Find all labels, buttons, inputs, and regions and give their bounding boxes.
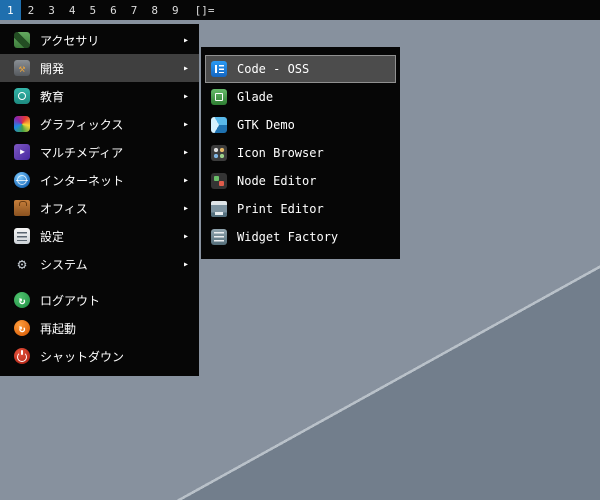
menu-item-label: アクセサリ <box>40 33 100 48</box>
submenu-item-code-oss[interactable]: Code - OSS <box>205 55 396 83</box>
submenu-arrow-icon: ▸ <box>182 90 189 102</box>
node-editor-icon <box>211 173 227 189</box>
workspace-tag-8[interactable]: 8 <box>144 0 165 20</box>
workspace-tag-5[interactable]: 5 <box>83 0 104 20</box>
menu-item-development[interactable]: 開発 ▸ <box>0 54 199 82</box>
menu-item-label: 設定 <box>40 229 65 244</box>
glade-icon <box>211 89 227 105</box>
submenu-arrow-icon: ▸ <box>182 34 189 46</box>
menu-item-label: システム <box>40 257 88 272</box>
workspace-tag-3[interactable]: 3 <box>41 0 62 20</box>
submenu-item-glade[interactable]: Glade <box>205 83 396 111</box>
submenu-item-print-editor[interactable]: Print Editor <box>205 195 396 223</box>
submenu-arrow-icon: ▸ <box>182 230 189 242</box>
internet-icon <box>14 172 30 188</box>
submenu-item-label: Glade <box>237 90 274 104</box>
submenu-item-label: Code - OSS <box>237 62 310 76</box>
submenu-arrow-icon: ▸ <box>182 202 189 214</box>
menu-item-logout[interactable]: ログアウト <box>0 286 199 314</box>
taskbar: 1 2 3 4 5 6 7 8 9 []= <box>0 0 600 20</box>
menu-item-office[interactable]: オフィス ▸ <box>0 194 199 222</box>
menu-item-label: 再起動 <box>40 321 77 336</box>
submenu-item-widget-factory[interactable]: Widget Factory <box>205 223 396 251</box>
submenu-arrow-icon: ▸ <box>182 146 189 158</box>
gtk-demo-icon <box>211 117 227 133</box>
workspace-tag-1[interactable]: 1 <box>0 0 21 20</box>
menu-item-label: マルチメディア <box>40 145 124 160</box>
menu-item-label: ログアウト <box>40 293 101 308</box>
menu-item-system[interactable]: システム ▸ <box>0 250 199 278</box>
submenu-arrow-icon: ▸ <box>182 62 189 74</box>
submenu-arrow-icon: ▸ <box>182 118 189 130</box>
submenu-arrow-icon: ▸ <box>182 174 189 186</box>
menu-item-label: インターネット <box>40 173 125 188</box>
submenu-item-label: GTK Demo <box>237 118 295 132</box>
multimedia-icon <box>14 144 30 160</box>
menu-item-label: シャットダウン <box>40 349 125 364</box>
menu-item-label: グラフィックス <box>40 117 124 132</box>
workspace-tag-2[interactable]: 2 <box>21 0 42 20</box>
workspace-tag-6[interactable]: 6 <box>103 0 124 20</box>
settings-icon <box>14 228 30 244</box>
submenu-arrow-icon: ▸ <box>182 258 189 270</box>
reboot-icon <box>14 320 30 336</box>
accessories-icon <box>14 32 30 48</box>
submenu-item-label: Icon Browser <box>237 146 324 160</box>
widget-factory-icon <box>211 229 227 245</box>
submenu-item-label: Print Editor <box>237 202 324 216</box>
office-icon <box>14 200 30 216</box>
menu-item-label: 開発 <box>40 61 65 76</box>
workspace-tag-7[interactable]: 7 <box>124 0 145 20</box>
shutdown-icon <box>14 348 30 364</box>
menu-item-shutdown[interactable]: シャットダウン <box>0 342 199 370</box>
menu-item-settings[interactable]: 設定 ▸ <box>0 222 199 250</box>
menu-item-label: 教育 <box>40 89 65 104</box>
menu-item-label: オフィス <box>40 201 88 216</box>
code-oss-icon <box>211 61 227 77</box>
menu-item-internet[interactable]: インターネット ▸ <box>0 166 199 194</box>
applications-menu: アクセサリ ▸ 開発 ▸ 教育 ▸ グラフィックス ▸ マルチメディア ▸ イン… <box>0 24 199 376</box>
icon-browser-icon <box>211 145 227 161</box>
development-submenu: Code - OSS Glade GTK Demo Icon Browser N… <box>201 47 400 259</box>
desktop-wallpaper: 1 2 3 4 5 6 7 8 9 []= アクセサリ ▸ 開発 ▸ 教育 ▸ … <box>0 0 600 500</box>
graphics-icon <box>14 116 30 132</box>
submenu-item-label: Widget Factory <box>237 230 339 244</box>
submenu-item-icon-browser[interactable]: Icon Browser <box>205 139 396 167</box>
workspace-tag-9[interactable]: 9 <box>165 0 186 20</box>
menu-item-accessories[interactable]: アクセサリ ▸ <box>0 26 199 54</box>
menu-item-multimedia[interactable]: マルチメディア ▸ <box>0 138 199 166</box>
menu-item-graphics[interactable]: グラフィックス ▸ <box>0 110 199 138</box>
education-icon <box>14 88 30 104</box>
submenu-item-node-editor[interactable]: Node Editor <box>205 167 396 195</box>
menu-item-reboot[interactable]: 再起動 <box>0 314 199 342</box>
development-icon <box>14 60 30 76</box>
system-icon <box>14 256 30 272</box>
menu-separator <box>0 278 199 286</box>
submenu-item-label: Node Editor <box>237 174 317 188</box>
submenu-item-gtk-demo[interactable]: GTK Demo <box>205 111 396 139</box>
logout-icon <box>14 292 30 308</box>
layout-symbol[interactable]: []= <box>186 0 224 20</box>
workspace-tag-4[interactable]: 4 <box>62 0 83 20</box>
menu-item-education[interactable]: 教育 ▸ <box>0 82 199 110</box>
print-editor-icon <box>211 201 227 217</box>
